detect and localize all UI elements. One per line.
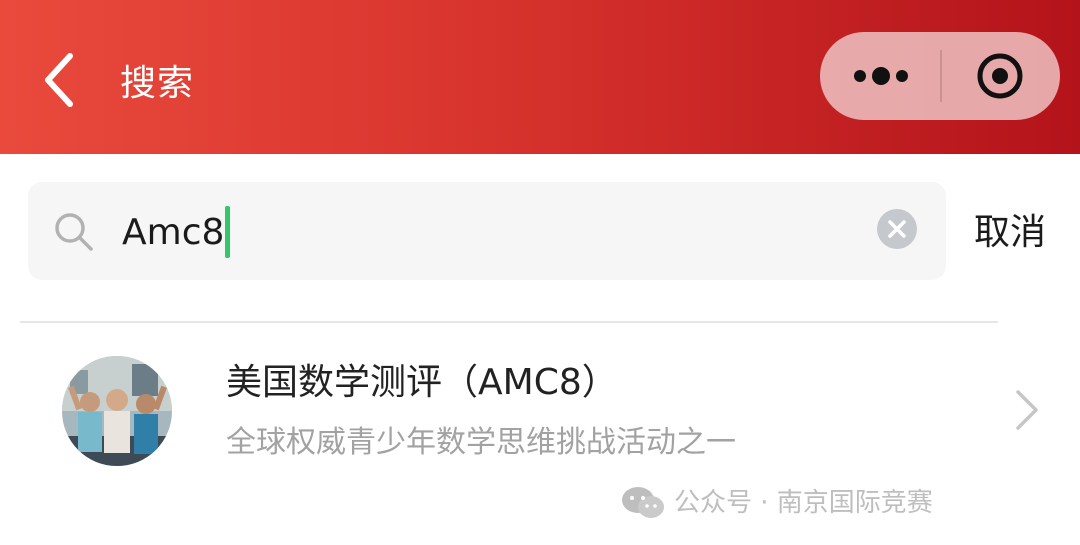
more-button[interactable] [820, 32, 940, 120]
page-title: 搜索 [120, 63, 195, 104]
chevron-right-icon [1012, 388, 1042, 432]
chevron-left-icon [45, 53, 73, 107]
text-caret [225, 206, 231, 258]
wechat-icon [622, 487, 664, 518]
clear-circle-icon [877, 209, 917, 249]
target-circle-icon [977, 53, 1023, 99]
watermark-text: 公众号 · 南京国际竞赛 [674, 488, 933, 518]
watermark: 公众号 · 南京国际竞赛 [620, 482, 933, 524]
more-dots-icon [854, 67, 908, 85]
search-input[interactable]: Amc8 [122, 205, 231, 261]
result-title: 美国数学测评（AMC8） [226, 362, 618, 403]
search-icon [52, 210, 96, 254]
result-description: 全球权威青少年数学思维挑战活动之一 [226, 425, 736, 460]
back-button[interactable] [30, 44, 94, 116]
close-mini-program-button[interactable] [942, 32, 1060, 120]
navigation-bar: 搜索 [0, 0, 1080, 154]
search-input-value: Amc8 [122, 212, 225, 253]
mini-program-capsule [820, 32, 1060, 120]
clear-search-button[interactable] [876, 208, 918, 250]
cancel-button[interactable]: 取消 [974, 205, 1046, 261]
result-avatar [62, 356, 172, 466]
